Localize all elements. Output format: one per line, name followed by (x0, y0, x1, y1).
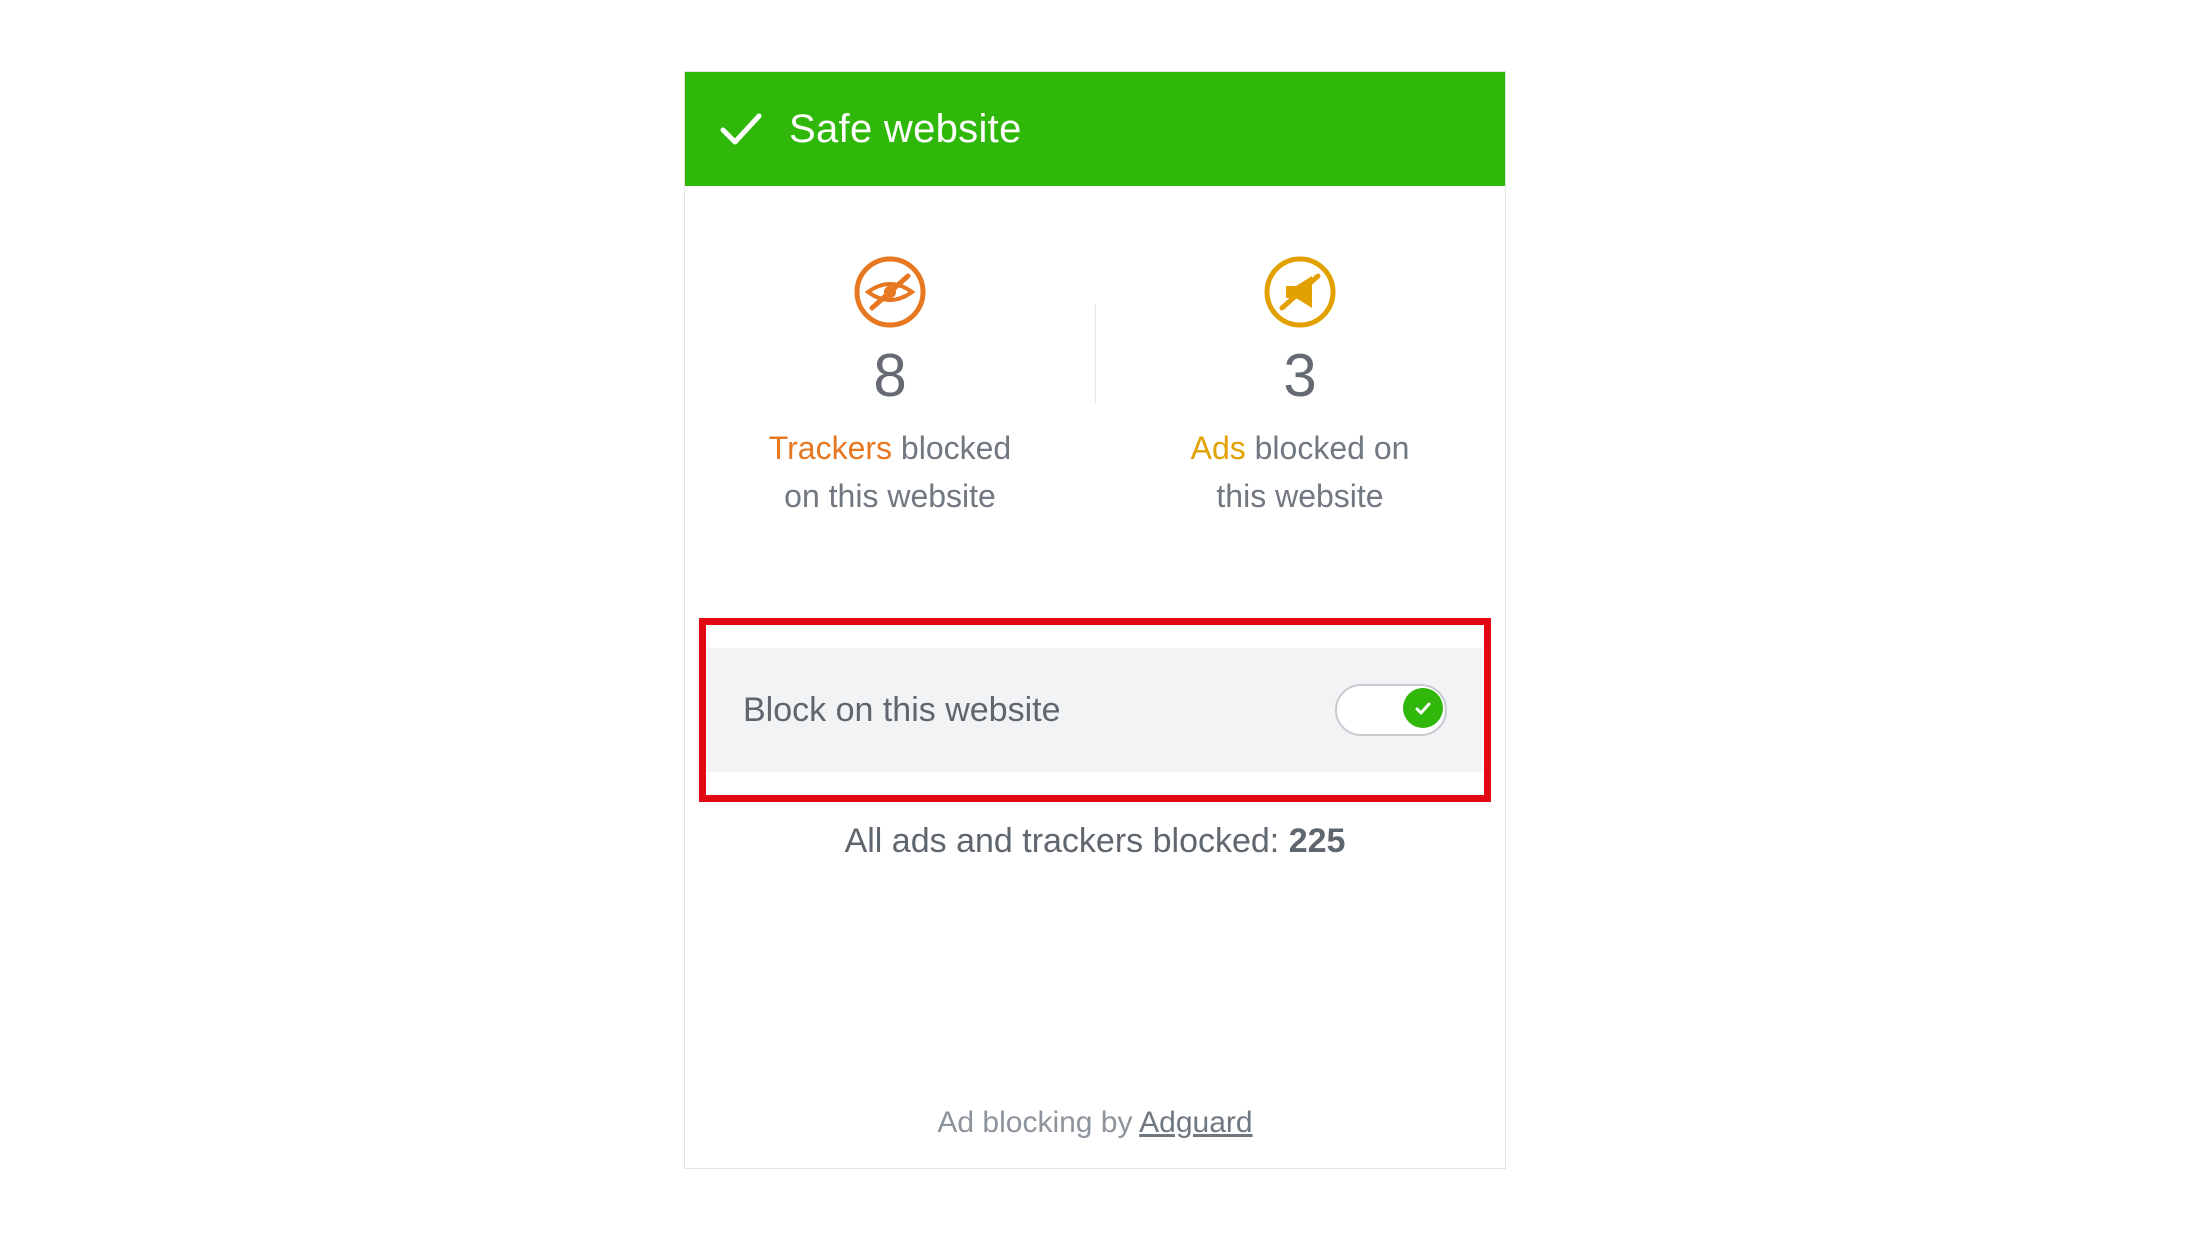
footer-prefix: Ad blocking by (937, 1106, 1139, 1139)
trackers-label-line2: on this website (784, 478, 996, 514)
stage: Safe website 8 Trackers blocked on this (0, 0, 2200, 1238)
divider (1095, 304, 1096, 404)
status-header: Safe website (685, 72, 1505, 186)
block-toggle-row[interactable]: Block on this website (707, 648, 1483, 772)
trackers-label-accent: Trackers (769, 430, 892, 466)
totals-prefix: All ads and trackers blocked: (845, 822, 1289, 860)
ads-label-line2: this website (1216, 478, 1383, 514)
footer: Ad blocking by Adguard (685, 1106, 1505, 1140)
check-icon (715, 104, 765, 154)
block-toggle-label: Block on this website (743, 691, 1061, 730)
ads-stat: 3 Ads blocked on this website (1095, 256, 1505, 516)
totals-value: 225 (1289, 822, 1346, 860)
megaphone-blocked-icon (1264, 256, 1336, 328)
ads-label-accent: Ads (1191, 430, 1246, 466)
ads-label: Ads blocked on this website (1191, 424, 1410, 520)
stats-row: 8 Trackers blocked on this website 3 Ads (685, 186, 1505, 516)
ads-label-rest1: blocked on (1246, 430, 1410, 466)
adguard-link[interactable]: Adguard (1139, 1106, 1252, 1139)
block-toggle-switch[interactable] (1335, 684, 1447, 736)
status-title: Safe website (789, 107, 1022, 152)
trackers-count: 8 (873, 346, 906, 406)
trackers-label-rest1: blocked (892, 430, 1011, 466)
eye-blocked-icon (854, 256, 926, 328)
totals-text: All ads and trackers blocked: 225 (685, 822, 1505, 861)
adblock-popup: Safe website 8 Trackers blocked on this (684, 71, 1506, 1169)
ads-count: 3 (1283, 346, 1316, 406)
trackers-stat: 8 Trackers blocked on this website (685, 256, 1095, 516)
toggle-knob (1403, 688, 1443, 728)
trackers-label: Trackers blocked on this website (769, 424, 1011, 520)
